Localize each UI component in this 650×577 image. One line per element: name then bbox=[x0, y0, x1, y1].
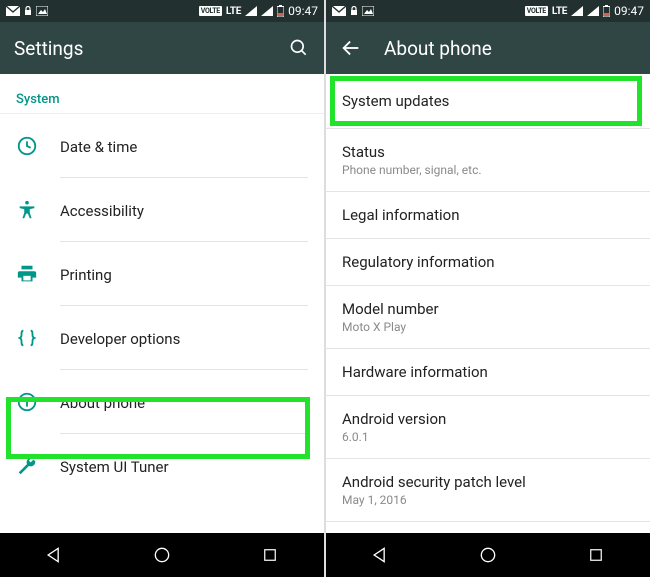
item-label: System updates bbox=[342, 92, 634, 110]
item-label: Developer options bbox=[60, 330, 180, 348]
lte-label: LTE bbox=[226, 6, 241, 17]
print-icon bbox=[16, 263, 60, 285]
search-icon bbox=[289, 38, 309, 58]
phone-left: VOLTE LTE 09:47 Settings System bbox=[0, 0, 324, 577]
page-title: About phone bbox=[384, 37, 636, 60]
item-label: Hardware information bbox=[342, 363, 634, 381]
item-secondary: May 1, 2016 bbox=[342, 493, 634, 507]
page-title: Settings bbox=[14, 37, 266, 60]
circle-home-icon bbox=[152, 545, 172, 565]
phone-right: VOLTE LTE 09:47 About phone System updat… bbox=[326, 0, 650, 577]
recents-nav-button[interactable] bbox=[256, 541, 284, 569]
back-nav-button[interactable] bbox=[40, 541, 68, 569]
battery-icon bbox=[603, 5, 610, 17]
item-android-version[interactable]: Android version 6.0.1 bbox=[326, 396, 650, 459]
lock-icon bbox=[24, 6, 32, 16]
item-secondary: 6.0.1 bbox=[342, 430, 634, 444]
volte-badge: VOLTE bbox=[199, 6, 222, 16]
wrench-icon bbox=[16, 455, 60, 477]
item-label: Date & time bbox=[60, 138, 137, 156]
item-label: Android security patch level bbox=[342, 473, 634, 491]
home-nav-button[interactable] bbox=[474, 541, 502, 569]
info-icon bbox=[16, 391, 60, 413]
braces-icon bbox=[16, 327, 60, 349]
item-system-updates[interactable]: System updates bbox=[326, 74, 650, 129]
item-label: Model number bbox=[342, 300, 634, 318]
search-button[interactable] bbox=[288, 37, 310, 59]
item-label: Regulatory information bbox=[342, 253, 634, 271]
signal2-icon bbox=[261, 6, 273, 16]
item-label: Accessibility bbox=[60, 202, 144, 220]
lte-label: LTE bbox=[552, 6, 567, 17]
item-accessibility[interactable]: Accessibility bbox=[0, 178, 324, 242]
battery-icon bbox=[277, 5, 284, 17]
triangle-back-icon bbox=[44, 545, 64, 565]
circle-home-icon bbox=[478, 545, 498, 565]
nav-bar bbox=[326, 533, 650, 577]
app-bar: Settings bbox=[0, 22, 324, 74]
app-bar: About phone bbox=[326, 22, 650, 74]
image-icon bbox=[362, 6, 374, 16]
item-label: Status bbox=[342, 143, 634, 161]
lock-icon bbox=[350, 6, 358, 16]
signal2-icon bbox=[587, 6, 599, 16]
item-developer-options[interactable]: Developer options bbox=[0, 306, 324, 370]
item-label: Printing bbox=[60, 266, 112, 284]
signal-icon bbox=[571, 6, 583, 16]
item-status[interactable]: Status Phone number, signal, etc. bbox=[326, 129, 650, 192]
item-system-ui-tuner[interactable]: System UI Tuner bbox=[0, 434, 324, 498]
item-label: Legal information bbox=[342, 206, 634, 224]
settings-content: System Date & time Accessibility bbox=[0, 74, 324, 533]
accessibility-icon bbox=[16, 199, 60, 221]
recents-nav-button[interactable] bbox=[582, 541, 610, 569]
item-label: About phone bbox=[60, 394, 145, 412]
nav-bar bbox=[0, 533, 324, 577]
clock-icon bbox=[16, 135, 60, 157]
signal-icon bbox=[245, 6, 257, 16]
gmail-icon bbox=[6, 6, 20, 16]
item-model-number[interactable]: Model number Moto X Play bbox=[326, 286, 650, 349]
item-label: Android version bbox=[342, 410, 634, 428]
arrow-back-icon bbox=[340, 37, 362, 59]
item-secondary: Phone number, signal, etc. bbox=[342, 163, 634, 177]
item-date-time[interactable]: Date & time bbox=[0, 114, 324, 178]
status-bar: VOLTE LTE 09:47 bbox=[0, 0, 324, 22]
back-button[interactable] bbox=[340, 37, 362, 59]
home-nav-button[interactable] bbox=[148, 541, 176, 569]
volte-badge: VOLTE bbox=[525, 6, 548, 16]
item-hardware-information[interactable]: Hardware information bbox=[326, 349, 650, 396]
back-nav-button[interactable] bbox=[366, 541, 394, 569]
item-legal-information[interactable]: Legal information bbox=[326, 192, 650, 239]
item-regulatory-information[interactable]: Regulatory information bbox=[326, 239, 650, 286]
status-bar: VOLTE LTE 09:47 bbox=[326, 0, 650, 22]
gmail-icon bbox=[332, 6, 346, 16]
item-secondary: Moto X Play bbox=[342, 320, 634, 334]
triangle-back-icon bbox=[370, 545, 390, 565]
about-content: System updates Status Phone number, sign… bbox=[326, 74, 650, 533]
square-recents-icon bbox=[587, 546, 605, 564]
item-printing[interactable]: Printing bbox=[0, 242, 324, 306]
item-baseband-version[interactable]: Baseband version bbox=[326, 522, 650, 533]
square-recents-icon bbox=[261, 546, 279, 564]
item-label: System UI Tuner bbox=[60, 458, 169, 476]
section-header-system: System bbox=[0, 74, 324, 114]
image-icon bbox=[36, 6, 48, 16]
clock-text: 09:47 bbox=[614, 4, 644, 18]
item-security-patch[interactable]: Android security patch level May 1, 2016 bbox=[326, 459, 650, 522]
clock-text: 09:47 bbox=[288, 4, 318, 18]
item-about-phone[interactable]: About phone bbox=[0, 370, 324, 434]
